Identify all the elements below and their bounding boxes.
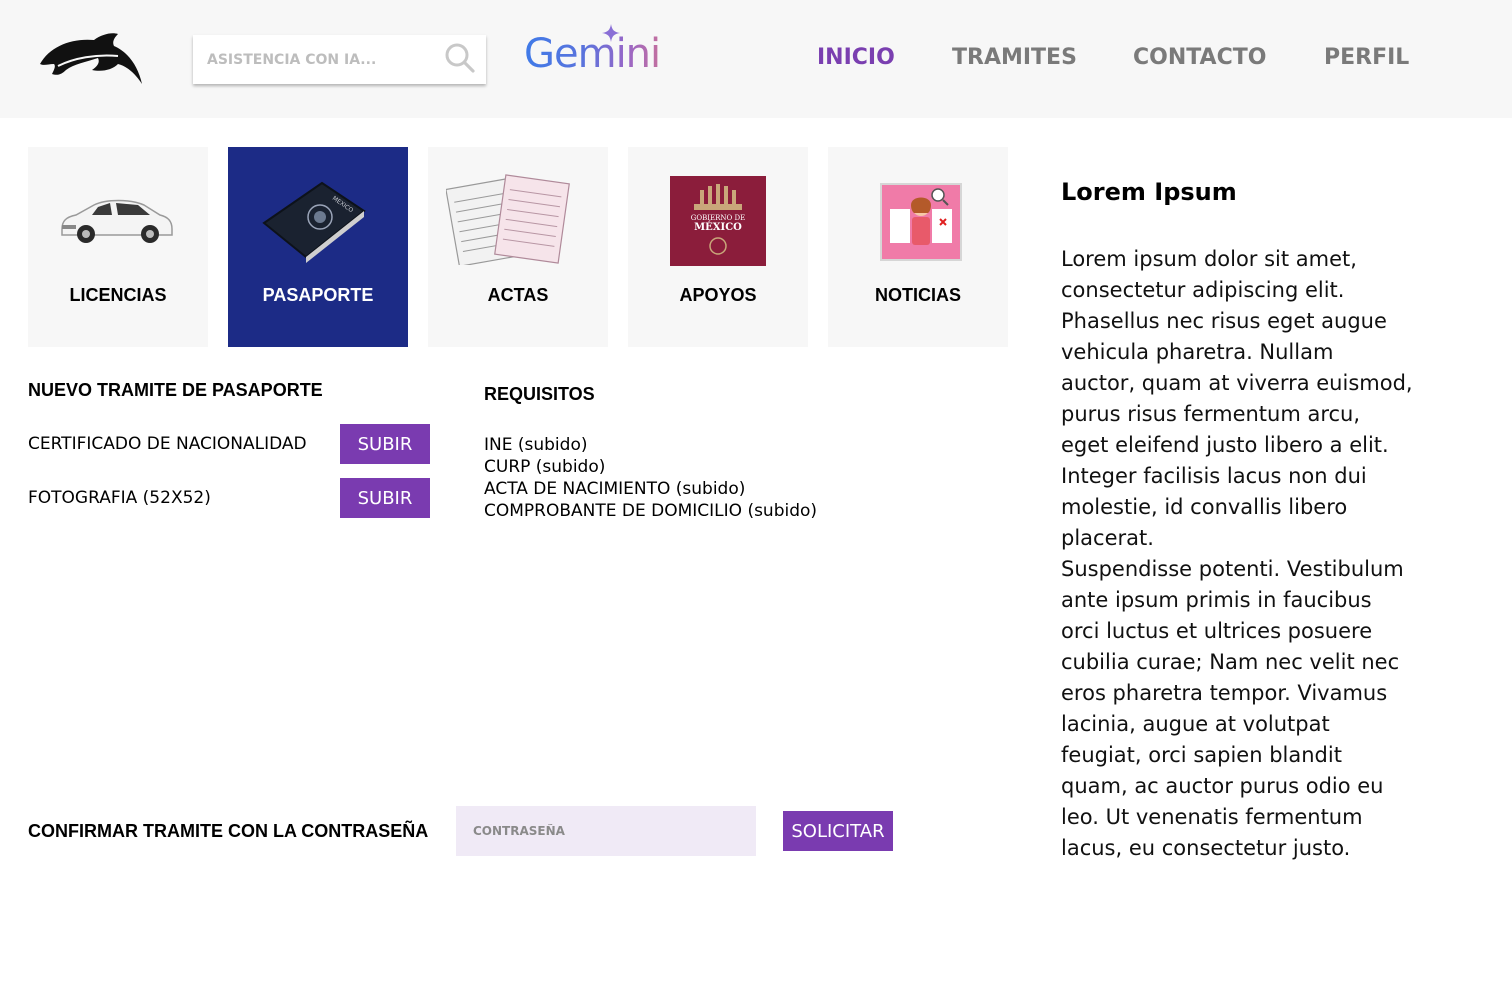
card-label: NOTICIAS bbox=[874, 285, 961, 305]
list-item: COMPROBANTE DE DOMICILIO (subido) bbox=[484, 501, 818, 521]
svg-text:MÉXICO: MÉXICO bbox=[694, 221, 742, 233]
card-apoyos[interactable]: GOBIERNO DE MÉXICO APOYOS bbox=[628, 147, 808, 347]
certificates-icon bbox=[446, 174, 570, 265]
dolphin-logo-icon[interactable] bbox=[38, 30, 144, 86]
card-label: APOYOS bbox=[679, 285, 757, 305]
news-icon bbox=[880, 183, 962, 261]
requisitos-list: INE (subido) CURP (subido) ACTA DE NACIM… bbox=[484, 434, 817, 522]
sidebar-body: Lorem ipsum dolor sit amet, consectetur … bbox=[1061, 247, 1413, 860]
upload-label-certificado: CERTIFICADO DE NACIONALIDAD bbox=[28, 434, 307, 454]
sparkle-icon bbox=[602, 24, 620, 42]
list-item: INE (subido) bbox=[484, 435, 588, 455]
requisitos-title: REQUISITOS bbox=[484, 384, 595, 404]
upload-label-fotografia: FOTOGRAFIA (52X52) bbox=[28, 488, 211, 508]
card-label: ACTAS bbox=[487, 285, 549, 305]
gemini-brand[interactable]: Gemini bbox=[524, 22, 661, 78]
card-licencias[interactable]: LICENCIAS bbox=[28, 147, 208, 347]
ai-search-box bbox=[193, 35, 486, 84]
solicitar-button[interactable]: SOLICITAR bbox=[783, 811, 893, 851]
search-icon[interactable] bbox=[445, 43, 475, 73]
card-actas[interactable]: ACTAS bbox=[428, 147, 608, 347]
card-pasaporte[interactable]: MEXICO PASAPORTE bbox=[228, 147, 408, 347]
password-field[interactable] bbox=[456, 806, 756, 856]
list-item: CURP (subido) bbox=[484, 457, 606, 477]
car-icon bbox=[61, 199, 173, 243]
sidebar-title: Lorem Ipsum bbox=[1061, 178, 1237, 206]
gobierno-de-mexico-icon: GOBIERNO DE MÉXICO bbox=[670, 176, 766, 266]
tramite-title: NUEVO TRAMITE DE PASAPORTE bbox=[28, 380, 323, 400]
list-item: ACTA DE NACIMIENTO (subido) bbox=[484, 479, 746, 499]
upload-fotografia-button[interactable]: SUBIR bbox=[340, 478, 430, 518]
card-label: PASAPORTE bbox=[262, 285, 374, 305]
nav-perfil[interactable]: PERFIL bbox=[1324, 44, 1409, 72]
confirm-label: CONFIRMAR TRAMITE CON LA CONTRASEÑA bbox=[28, 821, 429, 841]
passport-icon: MEXICO bbox=[262, 181, 366, 263]
nav-tramites[interactable]: TRAMITES bbox=[952, 44, 1077, 72]
nav-contacto[interactable]: CONTACTO bbox=[1133, 44, 1266, 72]
card-label: LICENCIAS bbox=[69, 285, 167, 305]
card-noticias[interactable]: NOTICIAS bbox=[828, 147, 1008, 347]
svg-text:GOBIERNO DE: GOBIERNO DE bbox=[691, 214, 745, 222]
upload-certificado-button[interactable]: SUBIR bbox=[340, 424, 430, 464]
top-bar: Gemini INICIO TRAMITES CONTACTO PERFIL bbox=[0, 0, 1512, 118]
search-input[interactable] bbox=[207, 35, 432, 84]
nav-inicio[interactable]: INICIO bbox=[817, 44, 895, 72]
